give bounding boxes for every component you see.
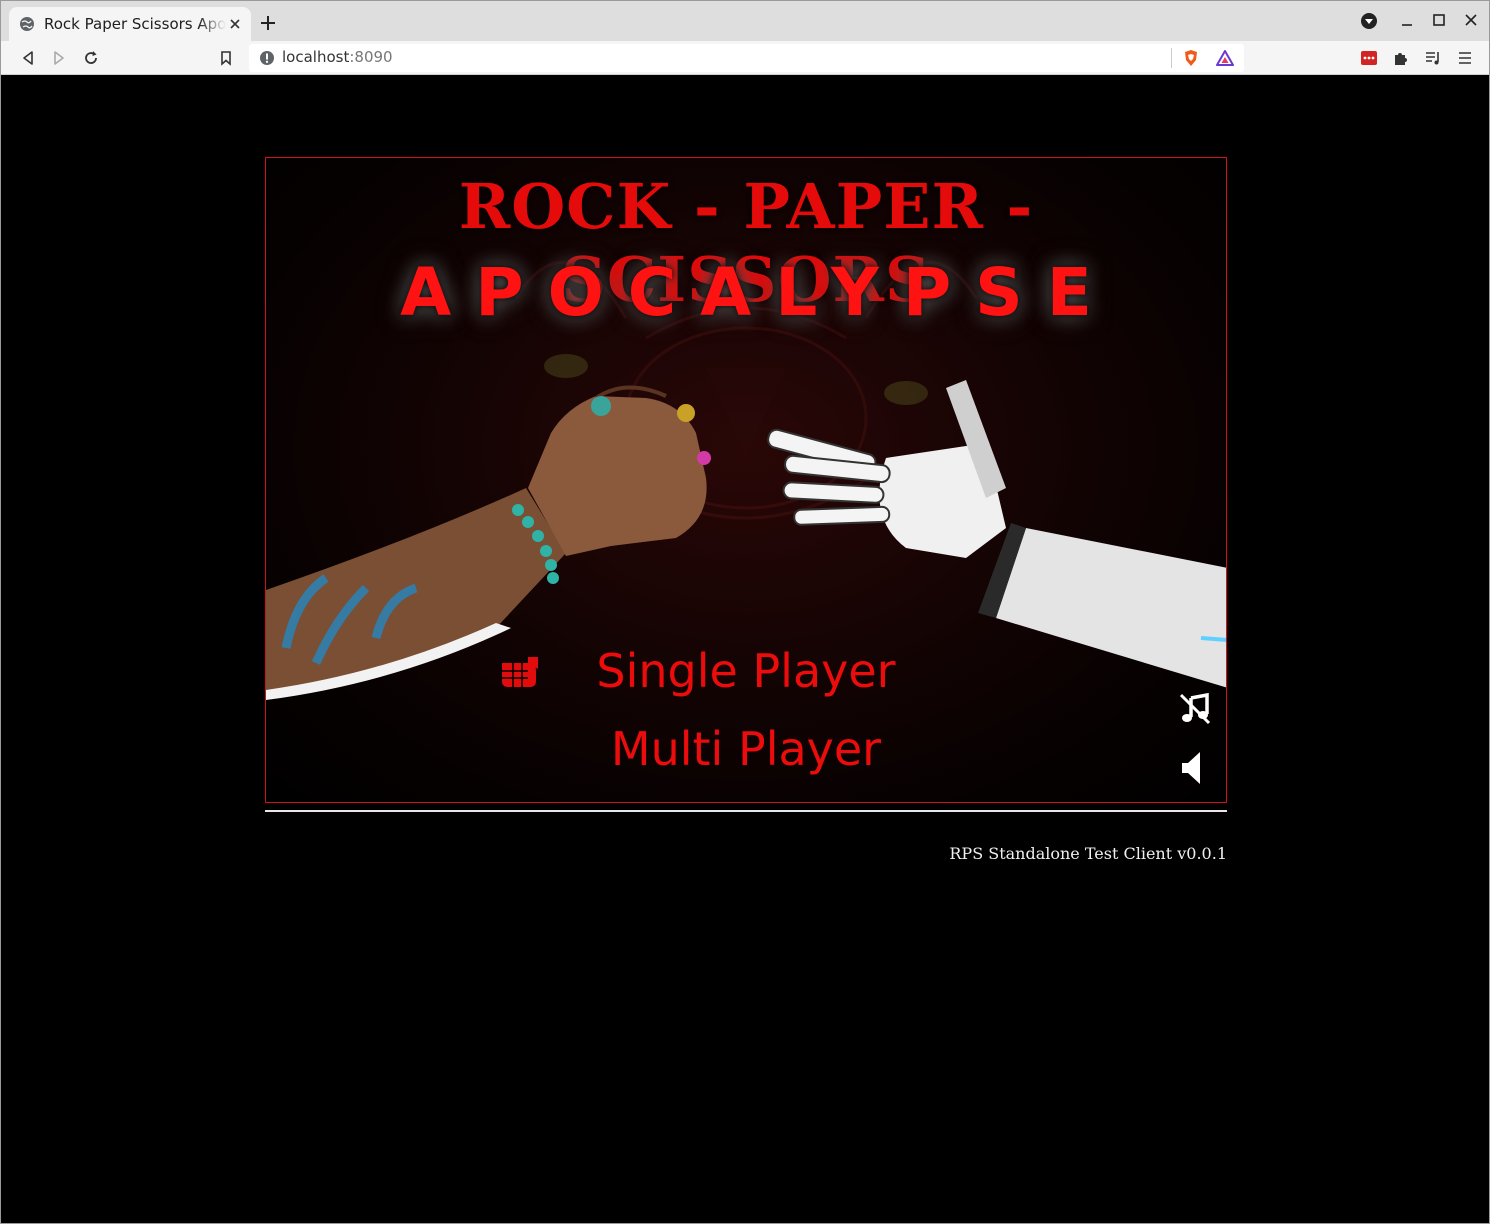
game-canvas[interactable]: ROCK - PAPER - SCISSORS APOCALYPSE Singl… — [265, 157, 1227, 803]
url-host: localhost — [282, 48, 350, 66]
page-viewport: ROCK - PAPER - SCISSORS APOCALYPSE Singl… — [5, 76, 1487, 1221]
url-port: :8090 — [349, 48, 393, 66]
browser-tab[interactable]: Rock Paper Scissors Apocalypse — [9, 7, 251, 41]
brave-shields-icon[interactable] — [1182, 49, 1200, 67]
menu-icon[interactable] — [1456, 49, 1474, 67]
title-line-2: APOCALYPSE — [400, 254, 1116, 331]
new-tab-icon[interactable] — [259, 14, 277, 32]
extensions-puzzle-icon[interactable] — [1392, 49, 1410, 67]
close-window-icon[interactable] — [1461, 11, 1481, 31]
reload-icon[interactable] — [82, 49, 100, 67]
tab-strip: Rock Paper Scissors Apocalypse — [1, 1, 1489, 41]
close-tab-icon[interactable] — [227, 16, 243, 32]
footer-divider — [265, 810, 1227, 812]
browser-window: Rock Paper Scissors Apocalypse — [0, 0, 1490, 1224]
media-controls-icon[interactable] — [1424, 49, 1442, 67]
multi-player-button[interactable]: Multi Player — [266, 722, 1226, 776]
tab-search-icon[interactable] — [1359, 11, 1379, 31]
tab-title: Rock Paper Scissors Apocalypse — [44, 15, 226, 33]
minimize-icon[interactable] — [1397, 11, 1417, 31]
browser-toolbar: localhost:8090 — [1, 41, 1489, 75]
url-text: localhost:8090 — [282, 48, 393, 66]
bookmark-icon[interactable] — [217, 49, 235, 67]
address-bar[interactable]: localhost:8090 — [249, 44, 1244, 72]
brave-rewards-icon[interactable] — [1216, 49, 1234, 67]
version-label: RPS Standalone Test Client v0.0.1 — [949, 844, 1227, 863]
back-icon[interactable] — [19, 49, 37, 67]
site-info-icon[interactable] — [259, 50, 275, 66]
maximize-icon[interactable] — [1429, 11, 1449, 31]
music-off-icon[interactable] — [1178, 692, 1212, 726]
globe-icon — [20, 17, 34, 31]
omnibox-divider — [1171, 48, 1172, 68]
extension-password-icon[interactable] — [1360, 49, 1378, 67]
single-player-button[interactable]: Single Player — [266, 644, 1226, 698]
forward-icon[interactable] — [50, 49, 68, 67]
sound-mute-icon[interactable] — [1178, 750, 1208, 786]
